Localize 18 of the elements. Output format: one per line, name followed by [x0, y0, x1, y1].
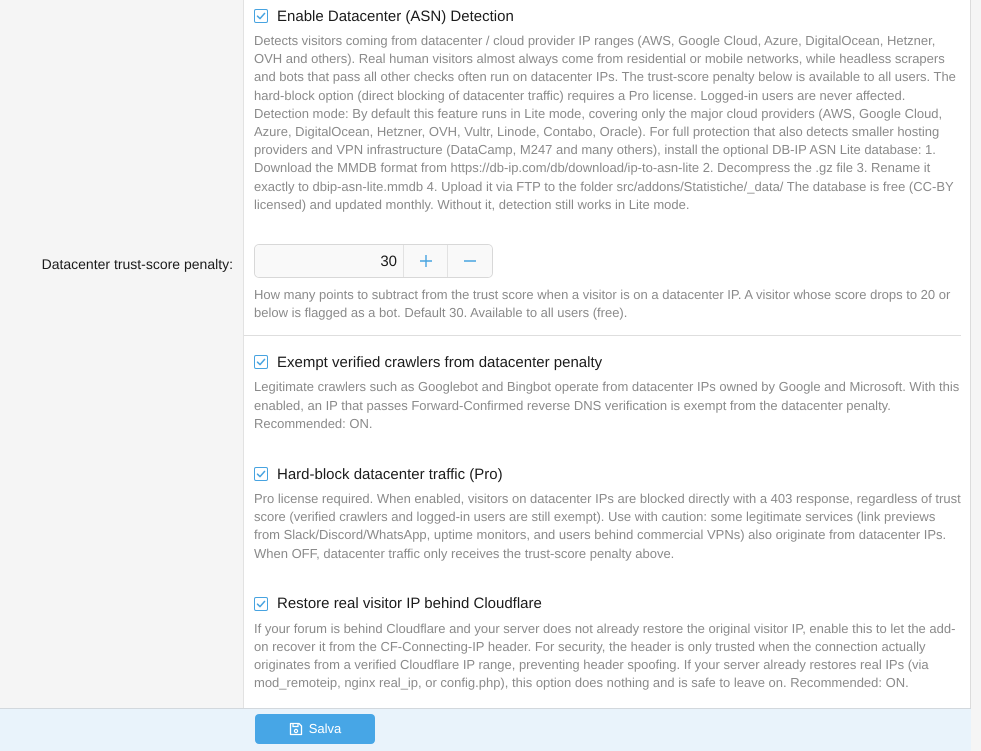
- number-spinner[interactable]: 30: [254, 244, 493, 278]
- plus-icon: [420, 255, 432, 268]
- option-description: Pro license required. When enabled, visitors on datacenter IPs are blocked directly with a 403 response, regardless of trust score (verified crawlers and logged-in users are still exempt). Use with caution: some legitimate services (link previews from Slack/Discord/WhatsApp, uptime monitors, and users behind commercial VPNs) also originate from datacenter IPs. When OFF, datacenter traffic only receives the trust-score penalty above.: [254, 490, 961, 563]
- option-description: If your forum is behind Cloudflare and your server does not already restore the original visitor IP, enable this to let the add-on recover it from the CF-Connecting-IP header. For security, the header is only trusted when the connection actually originates from a verified Cloudflare IP range, preventing header spoofing. If your server already restores real IPs (via mod_remoteip, nginx real_ip, or config.php), this option does nothing and is safe to leave on. Recommended: ON.: [254, 620, 956, 692]
- option-label[interactable]: Hard-block datacenter traffic (Pro): [277, 466, 503, 483]
- checkbox[interactable]: [254, 9, 268, 23]
- minus-icon: [464, 260, 476, 262]
- field-help-text: How many points to subtract from the trust score when a visitor is on a datacenter IP. A visitor whose score drops to 20 or below is flagged as a bot. Default 30. Available to all users (free).: [254, 286, 952, 322]
- option-label[interactable]: Exempt verified crawlers from datacenter penalty: [277, 354, 602, 371]
- field-label: Datacenter trust-score penalty:: [42, 255, 233, 274]
- checkbox[interactable]: [254, 596, 268, 611]
- checkbox[interactable]: [254, 467, 268, 482]
- number-input[interactable]: 30: [255, 245, 404, 278]
- checkbox[interactable]: [254, 355, 268, 370]
- option-label[interactable]: Enable Datacenter (ASN) Detection: [277, 8, 514, 24]
- option-description: Legitimate crawlers such as Googlebot and Bingbot operate from datacenter IPs owned by Google and Microsoft. With this enabled, an IP that passes Forward-Confirmed reverse DNS verification is exempt from the datacenter penalty. Recommended: ON.: [254, 378, 960, 433]
- option-description: Detects visitors coming from datacenter / cloud provider IP ranges (AWS, Google Cloud, Azure, DigitalOcean, Hetzner, OVH and others). Real human visitors almost always come from residential or mobile networks, while headless scrapers and bots that pass all other checks often run on datacenter IPs. The trust-score penalty below is available to all users. The hard-block option (direct blocking of datacenter traffic) requires a Pro license. Logged-in users are never affected. Detection mode: By default this feature runs in Lite mode, covering only the major cloud providers (AWS, Google Cloud, Azure, DigitalOcean, Hetzner, OVH, Vultr, Linode, Contabo, Oracle). For full protection that also detects smaller hosting providers and VPN infrastructure (DataCamp, M247 and many others), install the optional DB-IP ASN Lite database: 1. Download the MMDB format from https://db-ip.com/db/download/ip-to-asn-lite 2. Decompress the .gz file 3. Rename it exactly to dbip-asn-lite.mmdb 4. Upload it via FTP to the folder src/addons/Statistiche/_data/ The database is free (CC-BY licensed) and updated monthly. Without it, detection still works in Lite mode.: [254, 32, 957, 214]
- option-label[interactable]: Restore real visitor IP behind Cloudflare: [277, 595, 542, 612]
